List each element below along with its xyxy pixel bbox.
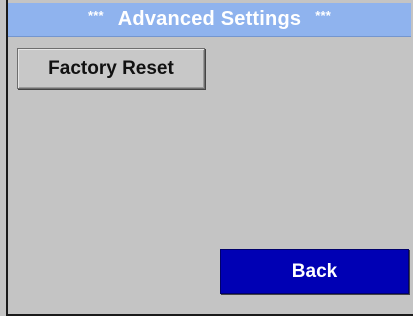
- back-button[interactable]: Back: [220, 249, 409, 294]
- title-bar: *** Advanced Settings ***: [8, 3, 411, 37]
- factory-reset-button[interactable]: Factory Reset: [17, 48, 205, 89]
- factory-reset-label: Factory Reset: [48, 57, 174, 79]
- title-decoration-left: ***: [87, 8, 104, 23]
- device-screen: *** Advanced Settings *** Factory Reset …: [0, 0, 413, 316]
- page-title: Advanced Settings: [117, 8, 302, 30]
- title-decoration-right: ***: [315, 8, 331, 23]
- back-label: Back: [291, 260, 338, 282]
